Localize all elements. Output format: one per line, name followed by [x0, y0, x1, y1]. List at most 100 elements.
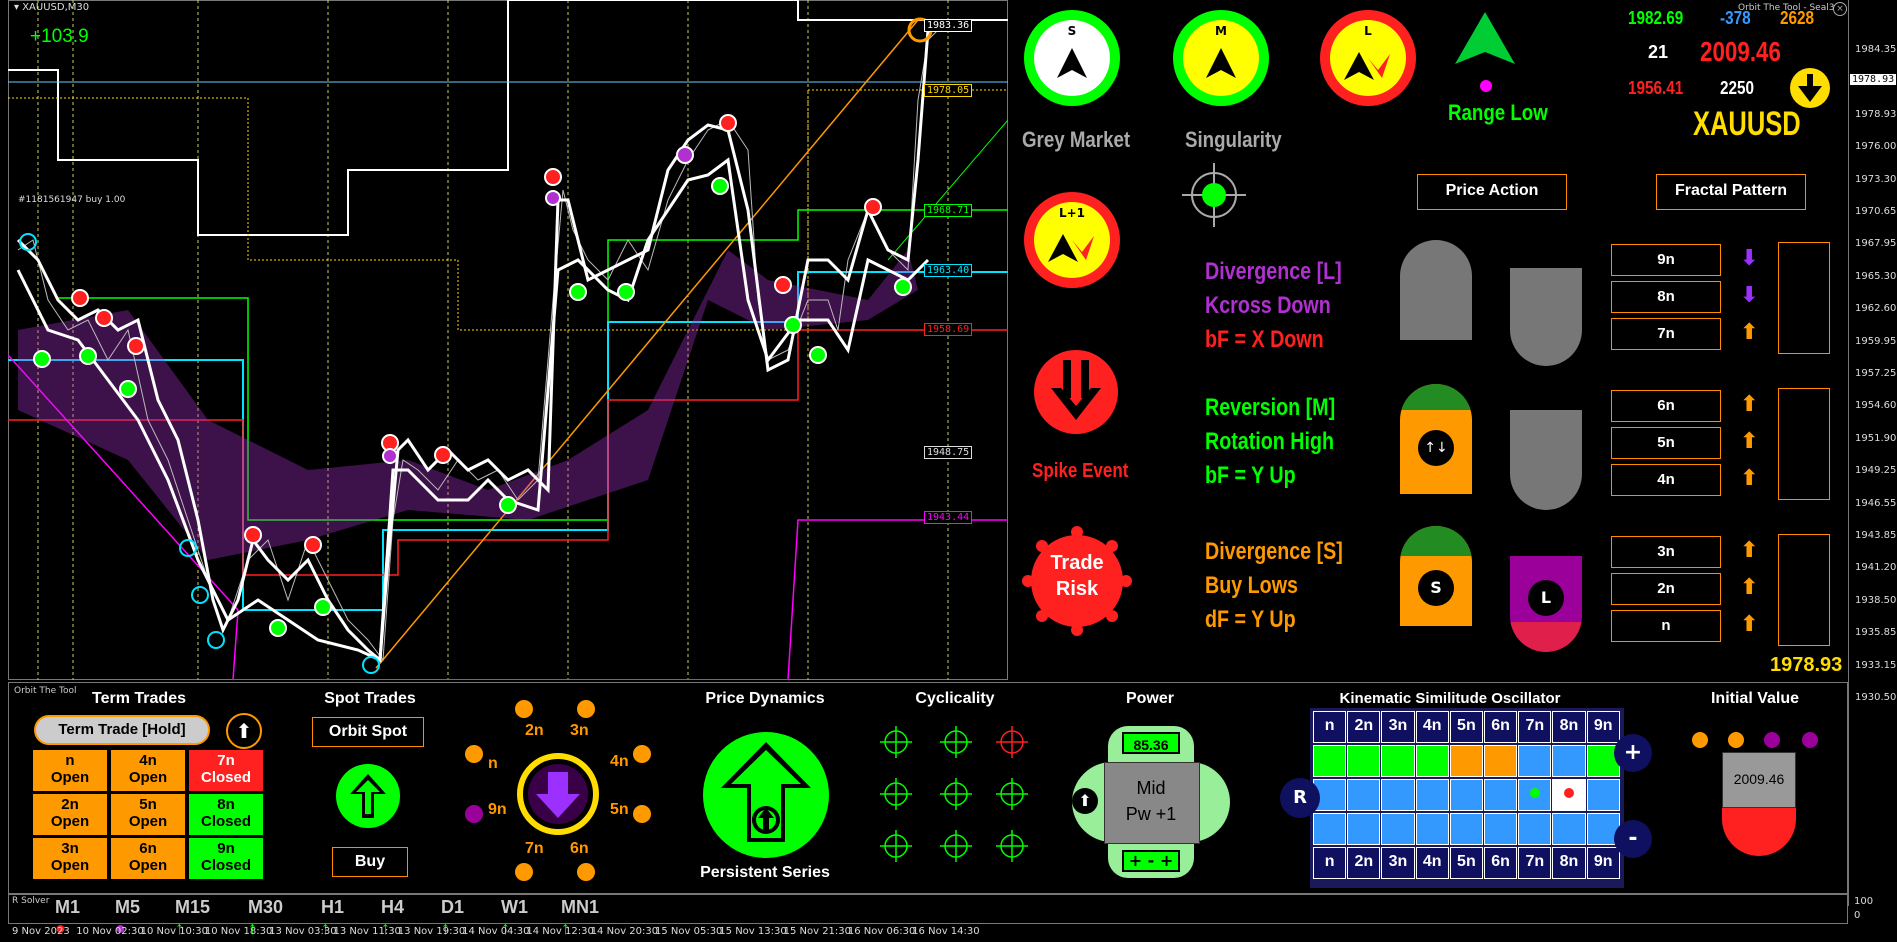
term-up-icon[interactable]: ⬆ — [226, 713, 262, 749]
kso-cell — [1484, 779, 1518, 811]
term-cell-label: 4n — [139, 752, 157, 769]
term-cell-3n[interactable]: 3n Open — [33, 838, 107, 879]
term-cell-status: Open — [128, 857, 168, 874]
kso-red-dot — [1563, 788, 1574, 798]
term-grid: n Open 4n Open 7n Closed 2n Open 5n Open 8n Closed 3… — [33, 750, 263, 882]
kso-header-8n: 8n — [1552, 847, 1586, 879]
fractal-4n-box[interactable]: 4n — [1611, 464, 1721, 496]
iv-dot — [1728, 732, 1744, 748]
arrow-down-icon: ⬇ — [1740, 246, 1759, 271]
kso-cell — [1313, 813, 1347, 845]
kso-minus-button[interactable]: - — [1614, 820, 1652, 858]
term-cell-8n[interactable]: 8n Closed — [189, 794, 263, 835]
pa-shape-grey-3 — [1510, 410, 1582, 510]
term-cell-status: Closed — [200, 857, 251, 874]
spike-label: Spike Event — [1032, 460, 1129, 482]
symbol-label: ▾ XAUUSD,M30 — [14, 2, 90, 13]
power-value: 85.36 — [1122, 732, 1180, 754]
gauge-s[interactable]: S — [1024, 10, 1120, 106]
wheel-label-9n: 9n — [488, 801, 507, 818]
wheel-label-7n: 7n — [525, 840, 544, 857]
term-cell-5n[interactable]: 5n Open — [111, 794, 185, 835]
term-cell-4n[interactable]: 4n Open — [111, 750, 185, 791]
gauge-l[interactable]: L — [1320, 10, 1416, 106]
price-axis-tick: 1949.25 — [1855, 465, 1897, 477]
range-up-arrow-icon — [1455, 12, 1515, 64]
kso-header-9n: 9n — [1586, 847, 1620, 879]
range-dot — [1480, 80, 1492, 92]
timeframe-label: M1 — [55, 897, 81, 917]
price-axis-tick: 1965.30 — [1855, 270, 1897, 282]
time-axis-tick: 9 Nov 2023 — [12, 926, 70, 937]
stat-value: 21 — [1648, 42, 1669, 62]
power-title: Power — [1125, 690, 1174, 707]
term-cell-9n[interactable]: 9n Closed — [189, 838, 263, 879]
wheel-label-6n: 6n — [570, 840, 589, 857]
term-cell-6n[interactable]: 6n Open — [111, 838, 185, 879]
stat-value: 2628 — [1780, 8, 1815, 28]
kso-header-8n: 8n — [1552, 711, 1586, 743]
profit-label: +103.9 — [30, 26, 89, 47]
trade-risk-line1: Trade — [1050, 552, 1104, 574]
power-signs[interactable]: + - + — [1122, 850, 1180, 872]
time-axis: 9 Nov 2023 10 Nov 02:30 10 Nov 10:30 10 Nov… — [8, 924, 1848, 942]
group-s-line3: dF = Y Up — [1205, 606, 1296, 633]
fractal-n-box[interactable]: n — [1611, 610, 1721, 642]
time-axis-tick: 10 Nov 02:30 — [76, 926, 144, 937]
price-axis-tick: 1976.00 — [1855, 141, 1897, 153]
current-price: 2009.46 — [1700, 36, 1781, 67]
kso-plus-button[interactable]: + — [1614, 734, 1652, 772]
kso-r-button[interactable]: R — [1280, 778, 1320, 818]
kso-cell — [1449, 745, 1483, 777]
stat-value: 1956.41 — [1628, 78, 1684, 98]
fractal-3n-box[interactable]: 3n — [1611, 536, 1721, 568]
fractal-5n-box[interactable]: 5n — [1611, 427, 1721, 459]
gauge-l1[interactable]: L+1 — [1024, 192, 1120, 288]
fractal-2n-box[interactable]: 2n — [1611, 573, 1721, 605]
fractal-8n-box[interactable]: 8n — [1611, 281, 1721, 313]
subwindow-label: R Solver — [12, 896, 50, 906]
fractal-7n-box[interactable]: 7n — [1611, 318, 1721, 350]
time-axis-tick: 14 Nov 12:30 — [526, 926, 594, 937]
price-action-button[interactable]: Price Action — [1417, 174, 1567, 210]
stat-value: -378 — [1720, 8, 1751, 28]
time-axis-tick: 14 Nov 04:30 — [462, 926, 530, 937]
spike-down-icon — [1034, 350, 1118, 434]
subwindow — [8, 894, 1848, 924]
term-cell-label: 7n — [217, 752, 235, 769]
wheel-label-5n: 5n — [610, 801, 629, 818]
gauge-s-letter: S — [1067, 24, 1077, 38]
term-cell-status: Closed — [200, 813, 251, 830]
price-axis-tick: 1943.85 — [1855, 530, 1897, 541]
power-up-icon[interactable]: ⬆ — [1072, 788, 1098, 814]
arrow-up-icon: ⬆ — [1740, 392, 1759, 417]
fractal-pattern-button[interactable]: Fractal Pattern — [1656, 174, 1806, 210]
term-trade-hold-button[interactable]: Term Trade [Hold] — [34, 715, 210, 745]
kso-cell — [1415, 779, 1449, 811]
fractal-9n-box[interactable]: 9n — [1611, 244, 1721, 276]
current-price-tag: 1978.93 — [1850, 74, 1897, 85]
price-label: 1968.71 — [924, 204, 973, 217]
gauge-m[interactable]: M — [1173, 10, 1269, 106]
signal-line-white — [16, 29, 930, 664]
kso-cell — [1347, 813, 1381, 845]
bottom-price: 1978.93 — [1770, 654, 1843, 676]
panel-close-icon[interactable]: × — [1833, 2, 1847, 16]
kso-cell — [1381, 779, 1415, 811]
fractal-6n-box[interactable]: 6n — [1611, 390, 1721, 422]
pa-shape-purple: L — [1510, 556, 1582, 652]
orbit-spot-button[interactable]: Orbit Spot — [312, 717, 424, 747]
kso-header-7n: 7n — [1518, 711, 1552, 743]
kso-title: Kinematic Similitude Oscillator — [1339, 690, 1561, 707]
buy-button[interactable]: Buy — [332, 847, 408, 877]
kso-cell — [1518, 813, 1552, 845]
term-cell-2n[interactable]: 2n Open — [33, 794, 107, 835]
term-cell-7n[interactable]: 7n Closed — [189, 750, 263, 791]
direction-down-icon — [1790, 68, 1830, 108]
term-cell-n[interactable]: n Open — [33, 750, 107, 791]
initial-value-title: Initial Value — [1710, 690, 1800, 707]
price-label: 1983.36 — [924, 19, 973, 32]
group-s-line1: Divergence [S] — [1205, 538, 1343, 565]
gauge-m-label: Singularity — [1185, 127, 1282, 152]
group-l-line2: Kcross Down — [1205, 292, 1331, 319]
